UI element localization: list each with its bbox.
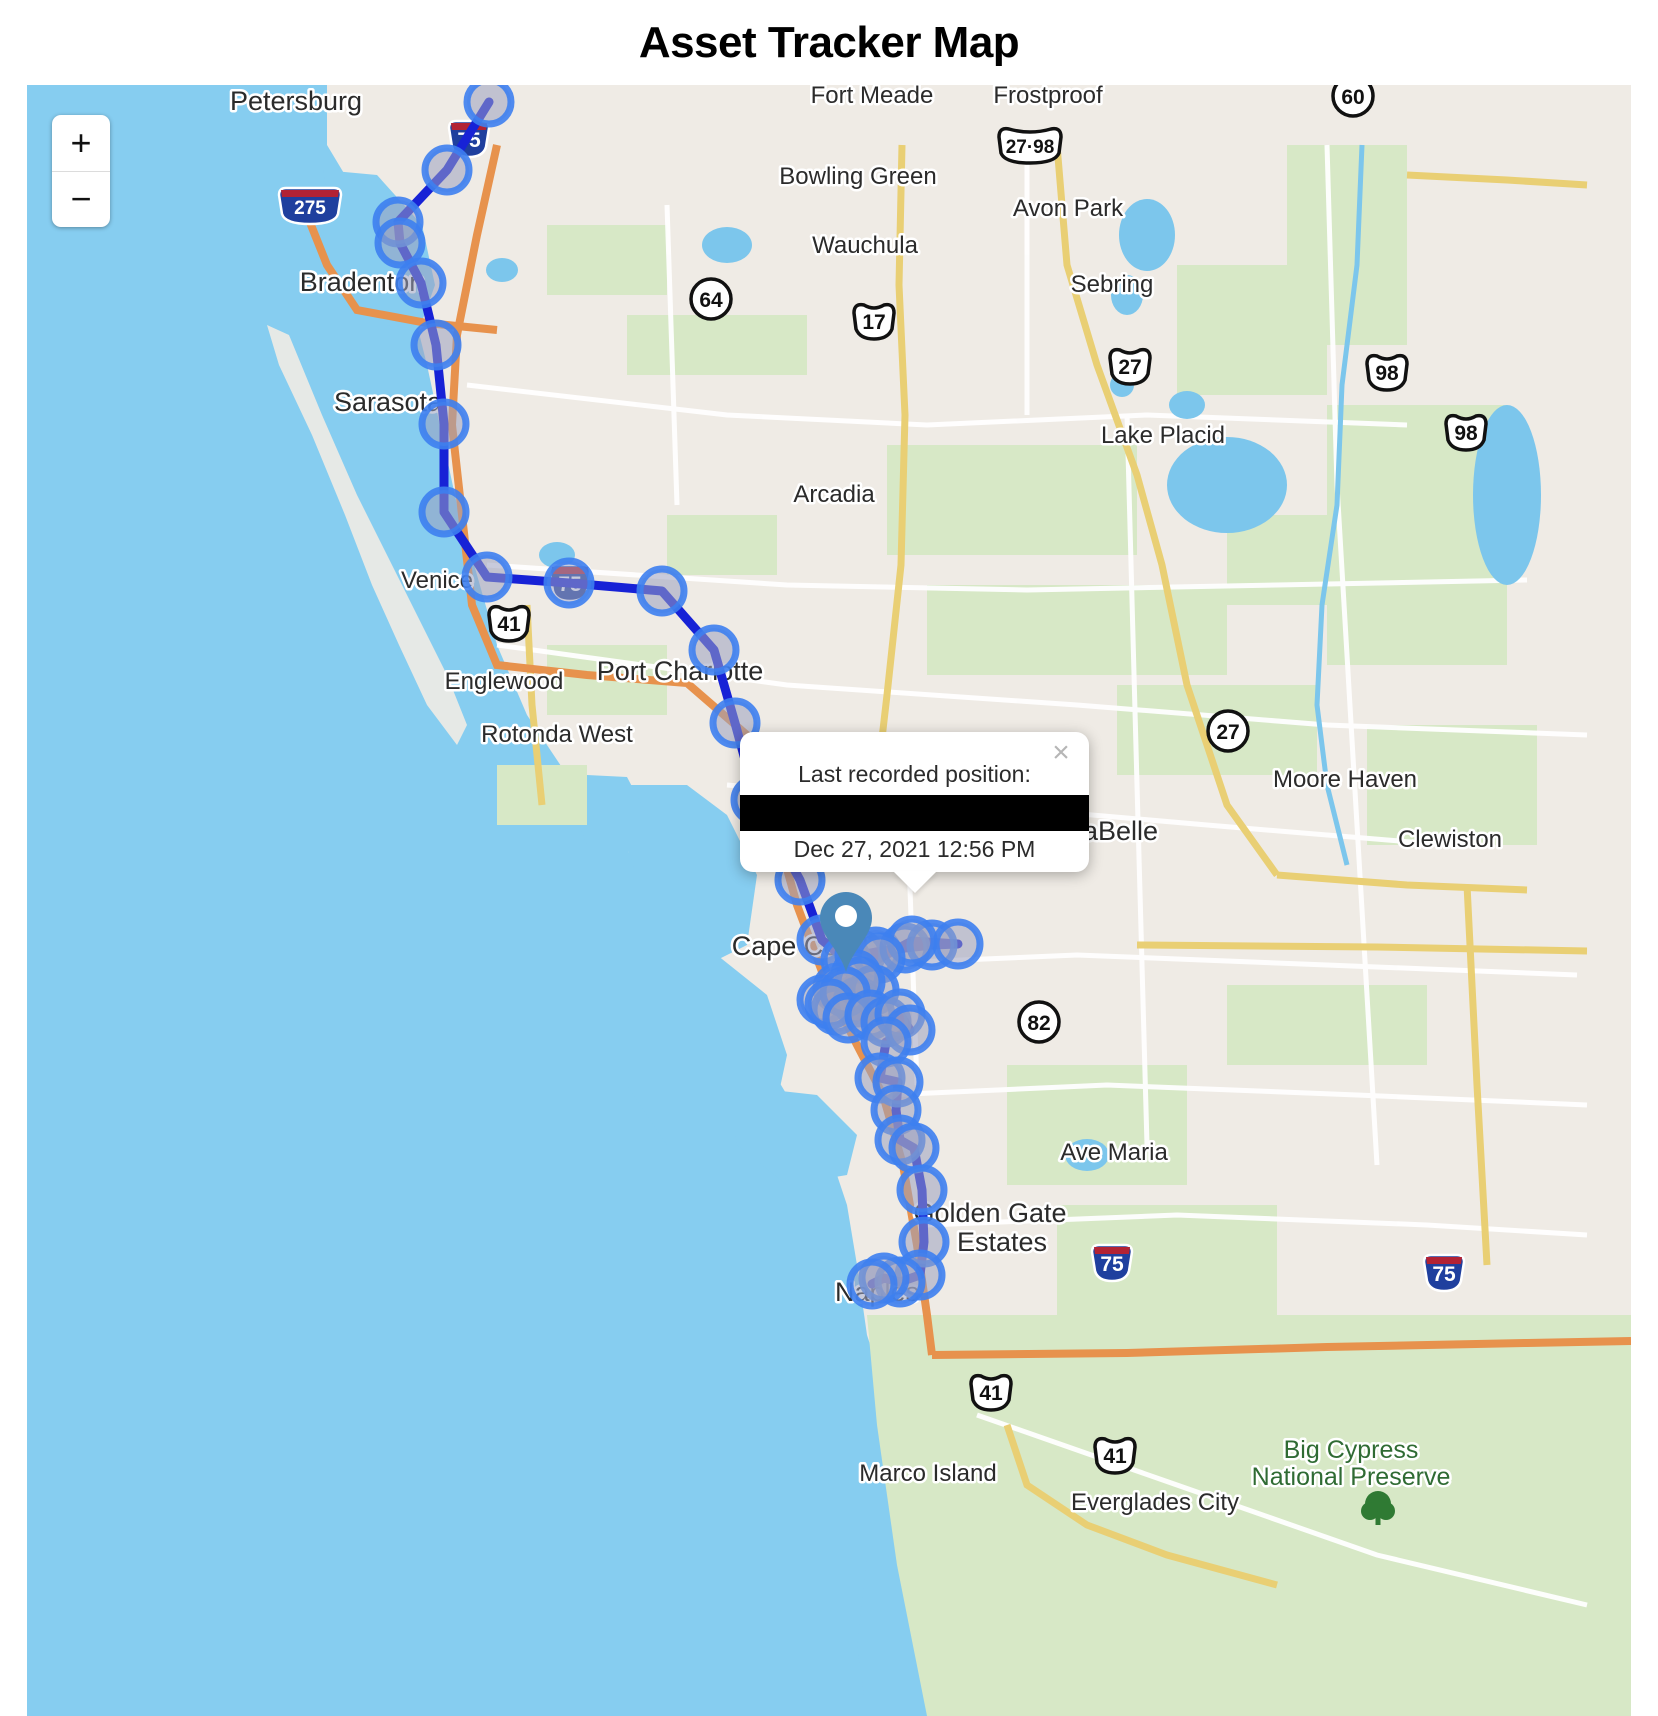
zoom-control[interactable]: + − <box>52 115 110 227</box>
popup-body: Last recorded position: Dec 27, 2021 12:… <box>740 732 1089 864</box>
zoom-in-button[interactable]: + <box>52 115 110 172</box>
popup-close-icon[interactable]: × <box>1047 738 1075 768</box>
zoom-out-button[interactable]: − <box>52 172 110 228</box>
popup-tail <box>892 871 937 893</box>
page-title: Asset Tracker Map <box>638 17 1020 67</box>
map-container[interactable]: Petersburg Fort Meade Frostproof Bowling Gr… <box>27 85 1631 1716</box>
popup-timestamp: Dec 27, 2021 12:56 PM <box>793 835 1036 862</box>
map-canvas[interactable] <box>27 85 1631 1716</box>
popup-redacted-value <box>740 794 1089 831</box>
last-position-popup[interactable]: × Last recorded position: Dec 27, 2021 1… <box>740 732 1089 893</box>
asset-tracker-page: Asset Tracker Map Petersburg Fort Meade … <box>0 0 1658 1716</box>
popup-title: Last recorded position: <box>798 761 1031 787</box>
